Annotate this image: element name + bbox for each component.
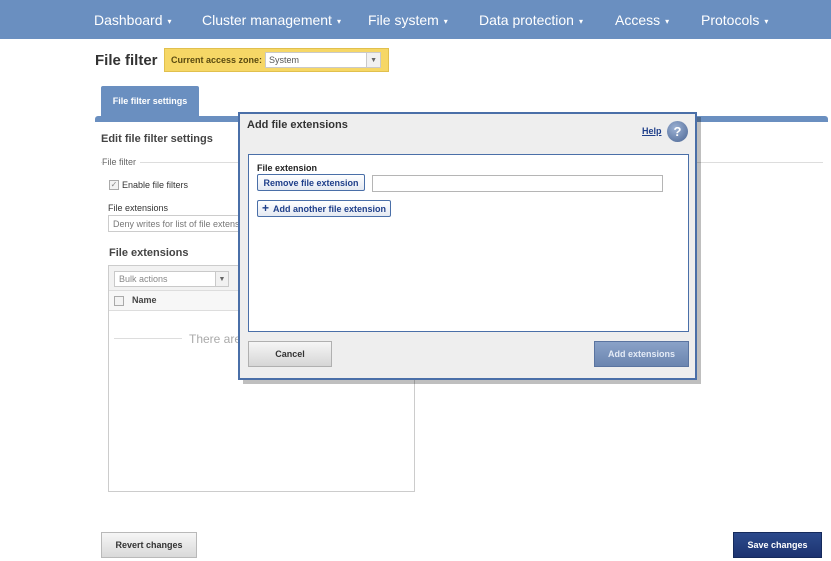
add-another-label: Add another file extension <box>273 203 387 214</box>
page-title: File filter <box>95 52 158 69</box>
chevron-down-icon[interactable]: ▼ <box>366 53 381 67</box>
deny-mode-select[interactable]: Deny writes for list of file extensions <box>108 215 248 232</box>
enable-filters-label: Enable file filters <box>122 180 189 190</box>
plus-icon: + <box>261 201 269 215</box>
add-another-file-extension-button[interactable]: + Add another file extension <box>257 200 391 217</box>
access-zone-label: Current access zone: <box>171 55 263 65</box>
access-zone-value: System <box>269 55 300 65</box>
section-title: Edit file filter settings <box>101 133 213 145</box>
dialog-body: File extension Remove file extension + A… <box>248 154 689 332</box>
chevron-down-icon: ▾ <box>764 16 769 26</box>
file-extension-label: File extension <box>257 163 318 173</box>
cancel-button[interactable]: Cancel <box>248 341 332 367</box>
nav-dashboard[interactable]: Dashboard ▾ <box>94 12 172 28</box>
chevron-down-icon: ▾ <box>665 16 670 26</box>
enable-filters-checkbox[interactable]: ✓ <box>109 180 119 190</box>
nav-cluster-management-label: Cluster management <box>202 12 332 28</box>
help-icon[interactable]: ? <box>667 121 688 142</box>
file-extension-input[interactable] <box>372 175 663 192</box>
bulk-actions-select[interactable]: Bulk actions ▼ <box>114 271 229 287</box>
column-header-name[interactable]: Name <box>132 295 157 305</box>
nav-protocols[interactable]: Protocols ▾ <box>701 12 768 28</box>
nav-protocols-label: Protocols <box>701 12 760 28</box>
nav-access[interactable]: Access ▾ <box>615 12 669 28</box>
nav-data-protection[interactable]: Data protection ▾ <box>479 12 583 28</box>
top-nav: Dashboard ▾ Cluster management ▾ File syst… <box>0 0 831 39</box>
tab-file-filter-settings[interactable]: File filter settings <box>101 86 199 116</box>
empty-divider <box>114 338 182 339</box>
chevron-down-icon: ▾ <box>578 16 583 26</box>
nav-access-label: Access <box>615 12 661 28</box>
chevron-down-icon: ▾ <box>336 16 341 26</box>
nav-dashboard-label: Dashboard <box>94 12 163 28</box>
save-changes-button[interactable]: Save changes <box>733 532 822 558</box>
chevron-down-icon: ▾ <box>443 16 448 26</box>
chevron-down-icon: ▾ <box>167 16 172 26</box>
deny-mode-value: Deny writes for list of file extensions <box>113 218 248 229</box>
remove-file-extension-button[interactable]: Remove file extension <box>257 174 365 191</box>
nav-data-protection-label: Data protection <box>479 12 574 28</box>
access-zone-select[interactable]: System ▼ <box>265 52 382 68</box>
dialog-title: Add file extensions <box>247 119 348 131</box>
nav-cluster-management[interactable]: Cluster management ▾ <box>202 12 341 28</box>
add-file-extensions-dialog: Add file extensions Help ? File extensio… <box>238 112 697 380</box>
revert-changes-button[interactable]: Revert changes <box>101 532 197 558</box>
chevron-down-icon[interactable]: ▼ <box>215 272 228 286</box>
fieldset-legend: File filter <box>102 157 141 167</box>
select-all-checkbox[interactable] <box>114 296 124 306</box>
nav-file-system-label: File system <box>368 12 439 28</box>
help-link[interactable]: Help <box>642 126 662 136</box>
empty-message: There are <box>189 332 242 346</box>
nav-file-system[interactable]: File system ▾ <box>368 12 448 28</box>
extensions-label: File extensions <box>108 203 169 213</box>
add-extensions-button[interactable]: Add extensions <box>594 341 689 367</box>
access-zone-bar: Current access zone: System ▼ <box>164 48 389 72</box>
bulk-actions-placeholder: Bulk actions <box>119 274 168 284</box>
extensions-list-heading: File extensions <box>109 247 189 259</box>
